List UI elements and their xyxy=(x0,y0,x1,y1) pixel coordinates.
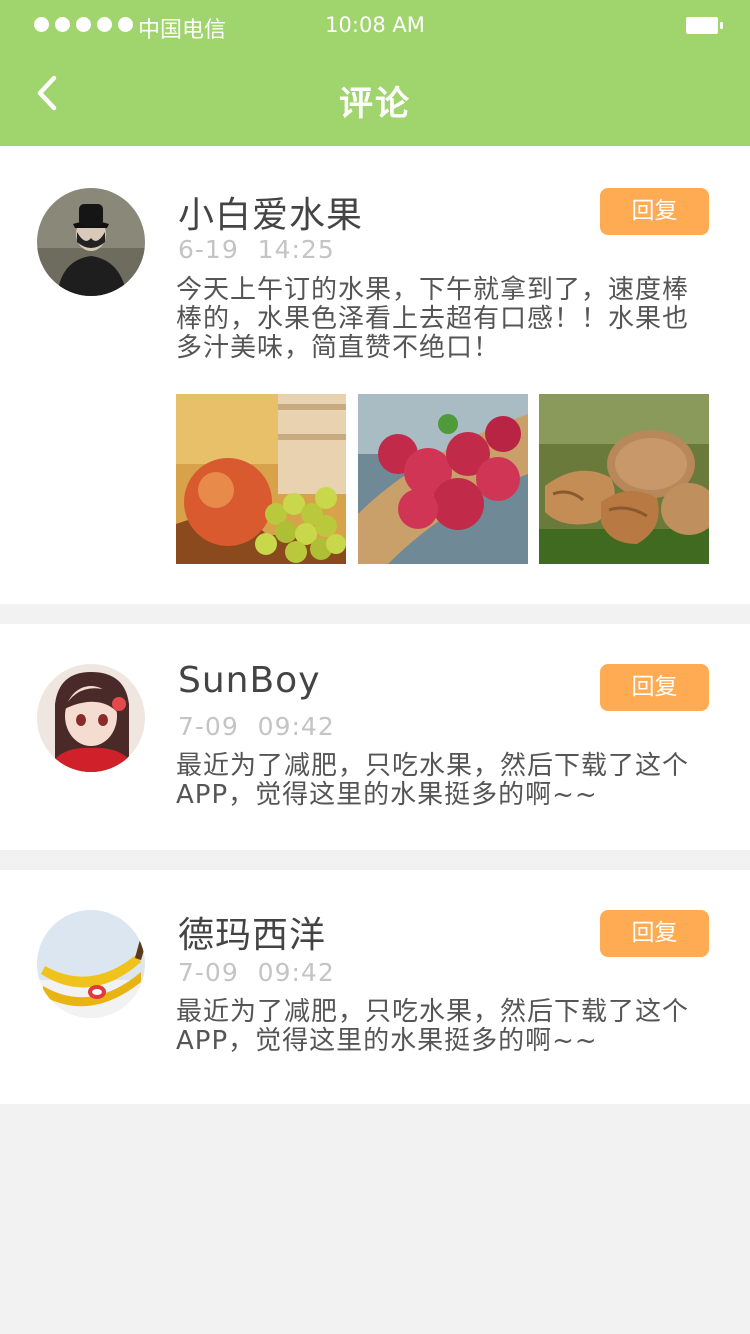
comment-time: 7-09 09:42 xyxy=(178,712,335,741)
battery-icon xyxy=(686,17,723,34)
page-title: 评论 xyxy=(339,84,411,124)
status-bar: 中国电信 10:08 AM xyxy=(0,0,750,52)
header-bar: 中国电信 10:08 AM 评论 xyxy=(0,0,750,146)
apple-grapes-photo[interactable] xyxy=(176,394,346,564)
comment-time: 6-19 14:25 xyxy=(178,235,335,264)
comment-username: 小白爱水果 xyxy=(178,195,364,236)
avatar[interactable] xyxy=(37,910,145,1018)
status-time: 10:08 AM xyxy=(325,13,425,37)
comment-username: 德玛西洋 xyxy=(178,915,327,956)
comment-item: 小白爱水果 6-19 14:25 回复 今天上午订的水果，下午就拿到了，速度棒棒… xyxy=(0,146,750,604)
reply-button[interactable]: 回复 xyxy=(600,664,709,711)
comment-text: 最近为了减肥，只吃水果，然后下载了这个APP，觉得这里的水果挺多的啊~~ xyxy=(176,997,690,1056)
comment-item: SunBoy 7-09 09:42 回复 最近为了减肥，只吃水果，然后下载了这个… xyxy=(0,624,750,850)
reply-button[interactable]: 回复 xyxy=(600,188,709,235)
raspberries-photo[interactable] xyxy=(358,394,528,564)
comment-time: 7-09 09:42 xyxy=(178,958,335,987)
comment-item: 德玛西洋 7-09 09:42 回复 最近为了减肥，只吃水果，然后下载了这个AP… xyxy=(0,870,750,1104)
walnuts-photo[interactable] xyxy=(539,394,709,564)
comment-text: 最近为了减肥，只吃水果，然后下载了这个APP，觉得这里的水果挺多的啊~~ xyxy=(176,751,690,810)
avatar[interactable] xyxy=(37,664,145,772)
comment-text: 今天上午订的水果，下午就拿到了，速度棒棒的，水果色泽看上去超有口感！！水果也多汁… xyxy=(176,275,690,363)
comment-username: SunBoy xyxy=(178,660,321,701)
comment-photos xyxy=(176,394,709,564)
avatar[interactable] xyxy=(37,188,145,296)
reply-button[interactable]: 回复 xyxy=(600,910,709,957)
